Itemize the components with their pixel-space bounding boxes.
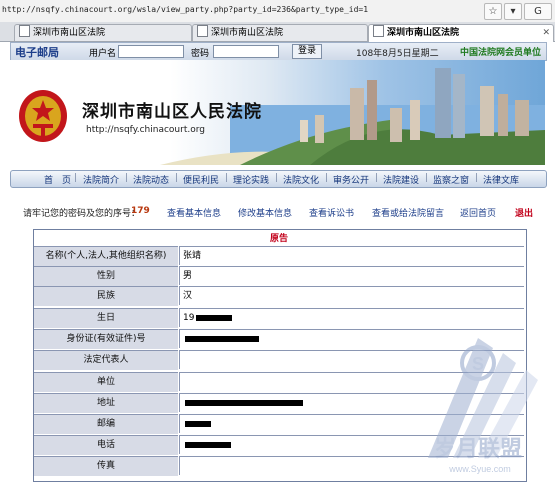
site-watermark: S 岁月联盟 www.Syue.com xyxy=(428,338,538,474)
password-input[interactable] xyxy=(213,45,279,58)
nav-separator: | xyxy=(275,173,279,183)
row-value-gender: 男 xyxy=(179,266,524,285)
nav-item-library[interactable]: 法律文库 xyxy=(483,173,519,186)
court-title: 深圳市南山区人民法院 xyxy=(82,102,262,122)
page-icon xyxy=(19,25,30,37)
username-input[interactable] xyxy=(118,45,184,58)
exit-link[interactable]: 退出 xyxy=(515,206,533,219)
row-label-ethnicity: 民族 xyxy=(34,286,178,306)
mailbox-label: 电子邮局 xyxy=(15,46,59,59)
row-label-name: 名称(个人,法人,其他组织名称) xyxy=(34,246,178,266)
tab-2[interactable]: 深圳市南山区法院 xyxy=(192,24,368,41)
row-label-postcode: 邮编 xyxy=(34,414,178,434)
date-text: 108年8月5日星期二 xyxy=(356,49,439,59)
serial-label: 请牢记您的密码及您的序号： xyxy=(23,209,141,219)
redaction-mark xyxy=(185,441,231,448)
bookmark-star-icon[interactable]: ☆ xyxy=(484,3,502,20)
svg-text:S: S xyxy=(472,354,484,374)
nav-separator: | xyxy=(475,173,479,183)
nav-separator: | xyxy=(325,173,329,183)
nav-separator: | xyxy=(175,173,179,183)
username-label: 用户名 xyxy=(89,49,117,59)
row-label-address: 地址 xyxy=(34,393,178,413)
redaction-mark xyxy=(185,399,303,406)
tab-label: 深圳市南山区法院 xyxy=(33,28,106,38)
nav-item-public[interactable]: 审务公开 xyxy=(333,173,369,186)
password-label: 密码 xyxy=(191,49,210,59)
redaction-mark xyxy=(185,335,259,342)
nav-separator: | xyxy=(425,173,429,183)
row-label-id-number: 身份证(有效证件)号 xyxy=(34,329,178,349)
row-label-gender: 性别 xyxy=(34,266,178,286)
tab-3[interactable]: 深圳市南山区法院 ✕ xyxy=(368,24,554,42)
row-label-legal-rep: 法定代表人 xyxy=(34,350,178,370)
nav-item-supervision[interactable]: 监察之窗 xyxy=(433,173,469,186)
row-label-phone: 电话 xyxy=(34,435,178,455)
search-engine-icon[interactable]: G xyxy=(524,3,552,20)
nav-separator: | xyxy=(74,173,78,183)
view-message-link[interactable]: 查看或给法院留言 xyxy=(372,206,444,219)
nav-separator: | xyxy=(375,173,379,183)
table-title: 原告 xyxy=(269,234,288,244)
nav-item-culture[interactable]: 法院文化 xyxy=(283,173,319,186)
page-icon xyxy=(197,25,208,37)
court-url[interactable]: http://nsqfy.chinacourt.org xyxy=(86,125,205,135)
member-unit-text: 中国法院网会员单位 xyxy=(460,48,542,58)
page-icon xyxy=(373,25,384,37)
row-value-name: 张靖 xyxy=(179,246,524,265)
nav-item-intro[interactable]: 法院简介 xyxy=(83,173,119,186)
watermark-text: 岁月联盟 xyxy=(434,436,522,462)
nav-item-construction[interactable]: 法院建设 xyxy=(383,173,419,186)
view-complaint-link[interactable]: 查看诉讼书 xyxy=(309,206,354,219)
row-label-fax: 传真 xyxy=(34,456,178,476)
close-tab-icon[interactable]: ✕ xyxy=(542,25,550,41)
address-bar[interactable]: http://nsqfy.chinacourt.org/wsla/view_pa… xyxy=(0,0,555,23)
tab-1[interactable]: 深圳市南山区法院 xyxy=(14,24,192,41)
nav-item-service[interactable]: 便民利民 xyxy=(183,173,219,186)
nav-item-theory[interactable]: 理论实践 xyxy=(233,173,269,186)
serial-number: 179 xyxy=(131,206,150,216)
nav-item-home[interactable]: 首 页 xyxy=(44,173,71,186)
login-button[interactable]: 登录 xyxy=(292,44,322,59)
nav-separator: | xyxy=(125,173,129,183)
row-label-employer: 单位 xyxy=(34,372,178,392)
court-emblem-icon xyxy=(19,90,67,142)
row-value-ethnicity: 汉 xyxy=(179,286,524,305)
tab-label: 深圳市南山区法院 xyxy=(211,28,284,38)
nav-separator: | xyxy=(225,173,229,183)
tab-label: 深圳市南山区法院 xyxy=(387,28,460,38)
redaction-mark xyxy=(196,314,233,321)
home-link[interactable]: 返回首页 xyxy=(460,206,496,219)
nav-item-news[interactable]: 法院动态 xyxy=(133,173,169,186)
dropdown-icon[interactable]: ▾ xyxy=(504,3,522,20)
edit-basic-info-link[interactable]: 修改基本信息 xyxy=(238,206,292,219)
url-text[interactable]: http://nsqfy.chinacourt.org/wsla/view_pa… xyxy=(2,5,368,14)
redaction-mark xyxy=(185,420,211,427)
row-label-birthday: 生日 xyxy=(34,308,178,328)
view-basic-info-link[interactable]: 查看基本信息 xyxy=(167,206,221,219)
watermark-url: www.Syue.com xyxy=(448,464,511,474)
